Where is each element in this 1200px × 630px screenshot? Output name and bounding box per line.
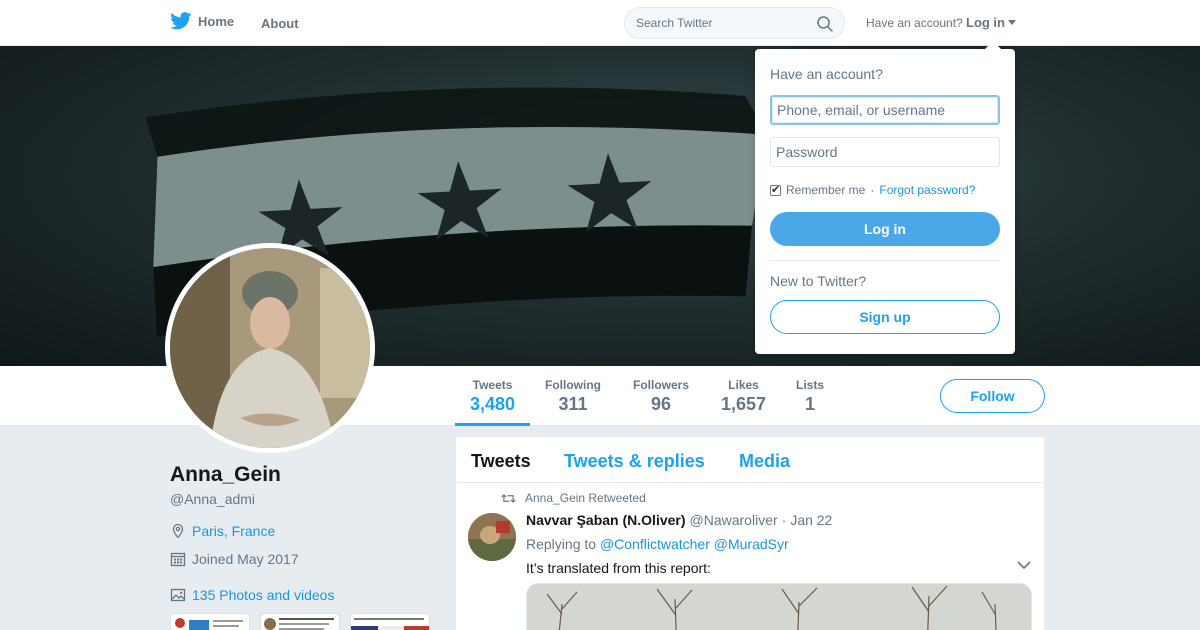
photos-videos-link[interactable]: 135 Photos and videos	[192, 587, 334, 603]
remember-me-label: Remember me	[786, 183, 866, 197]
tab-tweets[interactable]: Tweets	[471, 451, 531, 472]
location-link[interactable]: Paris, France	[192, 523, 275, 539]
media-thumbnail[interactable]	[350, 613, 430, 630]
login-button[interactable]: Log in	[770, 212, 1000, 246]
search-box	[624, 7, 845, 39]
retweet-icon	[501, 493, 516, 503]
stat-value: 1,657	[721, 394, 767, 414]
retweet-label[interactable]: Anna_Gein Retweeted	[525, 491, 646, 505]
tweet-media-image[interactable]	[526, 583, 1032, 630]
search-input[interactable]	[636, 14, 806, 32]
stat-label: Followers	[633, 378, 690, 392]
stat-following[interactable]: Following 311	[545, 378, 601, 415]
replying-prefix: Replying to	[526, 536, 597, 552]
joined-date: Joined May 2017	[192, 551, 299, 567]
profile-joined: Joined May 2017	[170, 551, 299, 567]
login-dropdown: Have an account? Remember me · Forgot pa…	[755, 41, 1015, 354]
tweet-text: It’s translated from this report:	[526, 560, 711, 576]
reply-mention-link[interactable]: @MuradSyr	[714, 536, 789, 552]
dropdown-divider	[770, 260, 1000, 261]
remember-me-checkbox[interactable]	[770, 183, 781, 196]
stat-label: Lists	[796, 378, 825, 392]
profile-photos: 135 Photos and videos	[170, 587, 334, 603]
stat-value: 1	[805, 394, 816, 414]
profile-avatar[interactable]	[165, 243, 375, 453]
remember-separator: ·	[870, 183, 875, 197]
stat-followers[interactable]: Followers 96	[633, 378, 689, 415]
active-stat-underline	[455, 423, 530, 426]
twitter-bird-icon	[170, 12, 192, 30]
have-account-text: Have an account?	[866, 16, 963, 30]
password-field[interactable]	[770, 137, 1000, 167]
tweet-author-avatar[interactable]	[468, 513, 516, 561]
profile-name[interactable]: Anna_Gein	[170, 463, 281, 487]
username-field[interactable]	[770, 95, 1000, 125]
new-to-twitter-text: New to Twitter?	[770, 273, 867, 289]
tweet-date[interactable]: Jan 22	[790, 512, 832, 528]
location-pin-icon	[172, 523, 184, 539]
stat-label: Following	[545, 378, 601, 392]
profile-handle[interactable]: @Anna_admi	[170, 491, 255, 507]
nav-home-link[interactable]: Home	[170, 12, 234, 30]
avatar-photo	[170, 248, 370, 448]
nav-about-link[interactable]: About	[261, 16, 299, 31]
login-toggle-label: Log in	[966, 15, 1005, 30]
avatar-portrait-image	[170, 248, 370, 448]
calendar-icon	[170, 552, 186, 567]
stat-value: 311	[558, 394, 588, 414]
timeline-tabs: Tweets Tweets & replies Media	[456, 437, 1044, 483]
photo-icon	[170, 588, 186, 602]
stat-likes[interactable]: Likes 1,657	[721, 378, 766, 415]
forgot-password-link[interactable]: Forgot password?	[879, 183, 975, 197]
tweet-separator: ·	[781, 512, 787, 528]
stat-value: 96	[650, 394, 672, 414]
login-dropdown-title: Have an account?	[770, 66, 883, 82]
tweet-photo	[527, 584, 1031, 630]
stat-tweets[interactable]: Tweets 3,480	[470, 378, 515, 415]
media-thumbnails	[170, 613, 430, 630]
tweet-header: Navvar Şaban (N.Oliver) @Nawaroliver · J…	[526, 512, 832, 528]
follow-button[interactable]: Follow	[940, 379, 1045, 413]
tweet-menu-chevron-icon[interactable]	[1017, 560, 1031, 570]
profile-location: Paris, France	[170, 523, 275, 539]
tweet-item[interactable]: Anna_Gein Retweeted Navvar Şaban (N.Oliv…	[456, 483, 1044, 630]
signup-button[interactable]: Sign up	[770, 300, 1000, 334]
tweet-avatar-image	[468, 513, 516, 561]
login-dropdown-toggle[interactable]: Log in	[966, 15, 1016, 30]
tab-tweets-and-replies[interactable]: Tweets & replies	[564, 451, 705, 472]
remember-row: Remember me · Forgot password?	[770, 183, 975, 197]
tweet-replying-to: Replying to @Conflictwatcher @MuradSyr	[526, 536, 789, 552]
stat-value: 3,480	[470, 394, 516, 414]
reply-mention-link[interactable]: @Conflictwatcher	[600, 536, 710, 552]
tweet-author-name[interactable]: Navvar Şaban (N.Oliver)	[526, 512, 686, 528]
media-thumbnail[interactable]	[260, 613, 340, 630]
caret-down-icon	[1008, 20, 1016, 25]
stat-label: Tweets	[472, 378, 513, 392]
tweet-author-handle[interactable]: @Nawaroliver	[690, 512, 778, 528]
media-thumbnail[interactable]	[170, 613, 250, 630]
retweet-context: Anna_Gein Retweeted	[501, 491, 646, 505]
search-icon[interactable]	[816, 15, 834, 33]
top-navigation-bar: Home About Have an account? Log in	[0, 0, 1200, 46]
stat-lists[interactable]: Lists 1	[796, 378, 824, 415]
tab-media[interactable]: Media	[739, 451, 790, 472]
nav-home-label: Home	[198, 13, 235, 29]
stat-label: Likes	[728, 378, 759, 392]
timeline: Tweets Tweets & replies Media Anna_Gein …	[456, 437, 1044, 630]
